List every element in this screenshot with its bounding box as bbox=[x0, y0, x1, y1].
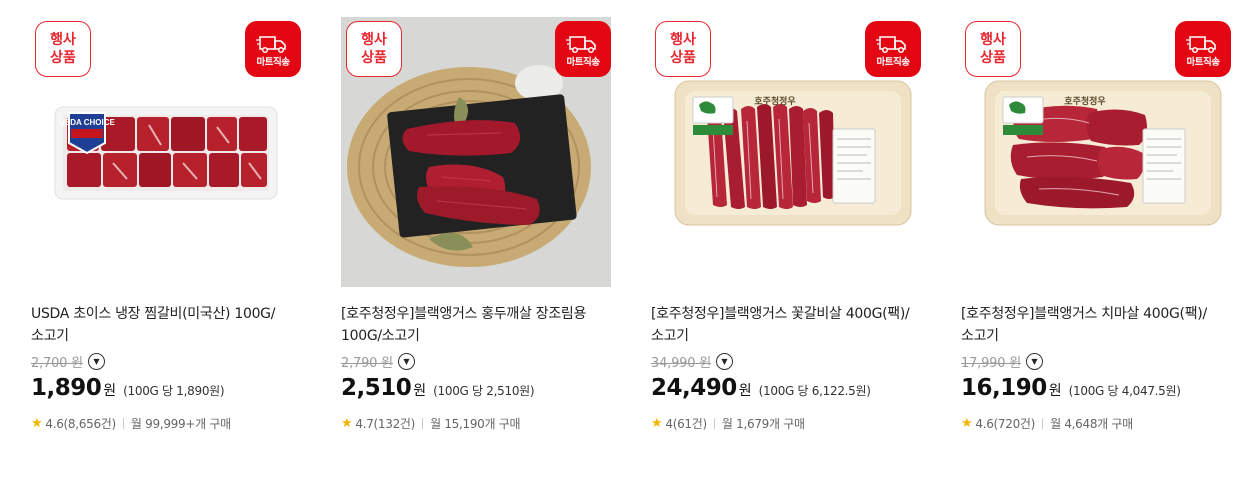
product-card[interactable]: 행사 상품 마트직송 [호주청정우]블랙앵거스 홍두깨살 장조림용 100G/소… bbox=[341, 17, 611, 432]
sale-price: 24,490 bbox=[651, 375, 737, 401]
unit-price: (100G 당 4,047.5원) bbox=[1068, 384, 1181, 398]
event-product-badge: 행사 상품 bbox=[965, 21, 1021, 77]
star-icon: ★ bbox=[651, 416, 663, 431]
star-icon: ★ bbox=[31, 416, 43, 431]
event-badge-line1: 행사 bbox=[50, 32, 76, 48]
rating-count[interactable]: 4.6(720건) bbox=[975, 415, 1035, 432]
product-card[interactable]: 호주청정우 행사 상품 마트직송 [호주청정우]블랙앵거스 치마살 400G(팩… bbox=[961, 17, 1231, 432]
price-info-toggle-icon[interactable]: ▼ bbox=[715, 352, 733, 370]
sale-price: 1,890 bbox=[31, 375, 102, 401]
rating-count[interactable]: 4.6(8,656건) bbox=[45, 415, 116, 432]
product-title[interactable]: USDA 초이스 냉장 찜갈비(미국산) 100G/소고기 bbox=[31, 303, 301, 347]
divider bbox=[122, 418, 124, 429]
star-icon: ★ bbox=[961, 416, 973, 431]
event-product-badge: 행사 상품 bbox=[35, 21, 91, 77]
review-meta: ★ 4.7(132건) 월 15,190개 구매 bbox=[341, 415, 611, 432]
event-badge-line1: 행사 bbox=[980, 32, 1006, 48]
original-price-row: 17,990 원 ▼ bbox=[961, 351, 1231, 371]
unit-price: (100G 당 6,122.5원) bbox=[758, 384, 871, 398]
delivery-truck-icon bbox=[566, 35, 596, 53]
monthly-purchases: 월 15,190개 구매 bbox=[430, 417, 521, 431]
mart-badge-label: 마트직송 bbox=[256, 56, 290, 68]
sale-price-row: 2,510 원 (100G 당 2,510원) bbox=[341, 375, 611, 405]
mart-badge-label: 마트직송 bbox=[1186, 56, 1220, 68]
svg-text:호주청정우: 호주청정우 bbox=[1064, 95, 1105, 106]
star-icon: ★ bbox=[341, 416, 353, 431]
event-badge-line1: 행사 bbox=[670, 32, 696, 48]
product-thumbnail[interactable]: 호주청정우 행사 상품 마트직송 bbox=[651, 17, 921, 287]
original-price-row: 2,790 원 ▼ bbox=[341, 351, 611, 371]
delivery-truck-icon bbox=[256, 35, 286, 53]
currency-unit: 원 bbox=[1048, 383, 1062, 399]
review-meta: ★ 4.6(720건) 월 4,648개 구매 bbox=[961, 415, 1231, 432]
event-badge-line2: 상품 bbox=[361, 50, 387, 66]
event-product-badge: 행사 상품 bbox=[346, 21, 402, 77]
monthly-purchases: 월 99,999+개 구매 bbox=[130, 417, 231, 431]
product-title[interactable]: [호주청정우]블랙앵거스 꽃갈비살 400G(팩)/소고기 bbox=[651, 303, 921, 347]
sale-price: 16,190 bbox=[961, 375, 1047, 401]
delivery-truck-icon bbox=[1186, 35, 1216, 53]
event-badge-line2: 상품 bbox=[670, 50, 696, 66]
rating-count[interactable]: 4(61건) bbox=[665, 415, 707, 432]
product-thumbnail[interactable]: 호주청정우 행사 상품 마트직송 bbox=[961, 17, 1231, 287]
original-price: 34,990 원 bbox=[651, 355, 711, 371]
monthly-purchases: 월 1,679개 구매 bbox=[721, 417, 805, 431]
original-price: 2,700 원 bbox=[31, 355, 83, 371]
rating-count[interactable]: 4.7(132건) bbox=[355, 415, 415, 432]
mart-badge-label: 마트직송 bbox=[876, 56, 910, 68]
event-badge-line2: 상품 bbox=[50, 50, 76, 66]
delivery-truck-icon bbox=[876, 35, 906, 53]
divider bbox=[1042, 418, 1044, 429]
product-card[interactable]: USDA CHOICE 행사 상품 마트직송 USDA 초이스 냉장 찜갈비(미… bbox=[31, 17, 301, 432]
mart-direct-delivery-badge: 마트직송 bbox=[865, 21, 921, 77]
unit-price: (100G 당 1,890원) bbox=[123, 384, 225, 398]
product-card[interactable]: 호주청정우 행사 상품 마트직송 [호주청정우]블랙앵거스 꽃갈비살 400G(… bbox=[651, 17, 921, 432]
sale-price-row: 24,490 원 (100G 당 6,122.5원) bbox=[651, 375, 921, 405]
product-thumbnail[interactable]: USDA CHOICE 행사 상품 마트직송 bbox=[31, 17, 301, 287]
divider bbox=[422, 418, 424, 429]
currency-unit: 원 bbox=[103, 383, 117, 399]
sale-price: 2,510 bbox=[341, 375, 412, 401]
mart-direct-delivery-badge: 마트직송 bbox=[245, 21, 301, 77]
mart-direct-delivery-badge: 마트직송 bbox=[555, 21, 611, 77]
review-meta: ★ 4(61건) 월 1,679개 구매 bbox=[651, 415, 921, 432]
product-grid: USDA CHOICE 행사 상품 마트직송 USDA 초이스 냉장 찜갈비(미… bbox=[0, 0, 1246, 480]
product-title[interactable]: [호주청정우]블랙앵거스 치마살 400G(팩)/소고기 bbox=[961, 303, 1231, 347]
price-info-toggle-icon[interactable]: ▼ bbox=[1025, 352, 1043, 370]
currency-unit: 원 bbox=[413, 383, 427, 399]
review-meta: ★ 4.6(8,656건) 월 99,999+개 구매 bbox=[31, 415, 301, 432]
product-thumbnail[interactable]: 행사 상품 마트직송 bbox=[341, 17, 611, 287]
divider bbox=[713, 418, 715, 429]
event-product-badge: 행사 상품 bbox=[655, 21, 711, 77]
event-badge-line2: 상품 bbox=[980, 50, 1006, 66]
price-info-toggle-icon[interactable]: ▼ bbox=[397, 352, 415, 370]
product-title[interactable]: [호주청정우]블랙앵거스 홍두깨살 장조림용 100G/소고기 bbox=[341, 303, 611, 347]
monthly-purchases: 월 4,648개 구매 bbox=[1050, 417, 1133, 431]
svg-text:호주청정우: 호주청정우 bbox=[754, 95, 795, 106]
event-badge-line1: 행사 bbox=[361, 32, 387, 48]
original-price-row: 2,700 원 ▼ bbox=[31, 351, 301, 371]
original-price: 2,790 원 bbox=[341, 355, 393, 371]
original-price-row: 34,990 원 ▼ bbox=[651, 351, 921, 371]
price-info-toggle-icon[interactable]: ▼ bbox=[87, 352, 105, 370]
mart-badge-label: 마트직송 bbox=[566, 56, 600, 68]
svg-text:USDA CHOICE: USDA CHOICE bbox=[59, 118, 115, 127]
original-price: 17,990 원 bbox=[961, 355, 1021, 371]
sale-price-row: 16,190 원 (100G 당 4,047.5원) bbox=[961, 375, 1231, 405]
mart-direct-delivery-badge: 마트직송 bbox=[1175, 21, 1231, 77]
sale-price-row: 1,890 원 (100G 당 1,890원) bbox=[31, 375, 301, 405]
unit-price: (100G 당 2,510원) bbox=[433, 384, 535, 398]
currency-unit: 원 bbox=[738, 383, 752, 399]
